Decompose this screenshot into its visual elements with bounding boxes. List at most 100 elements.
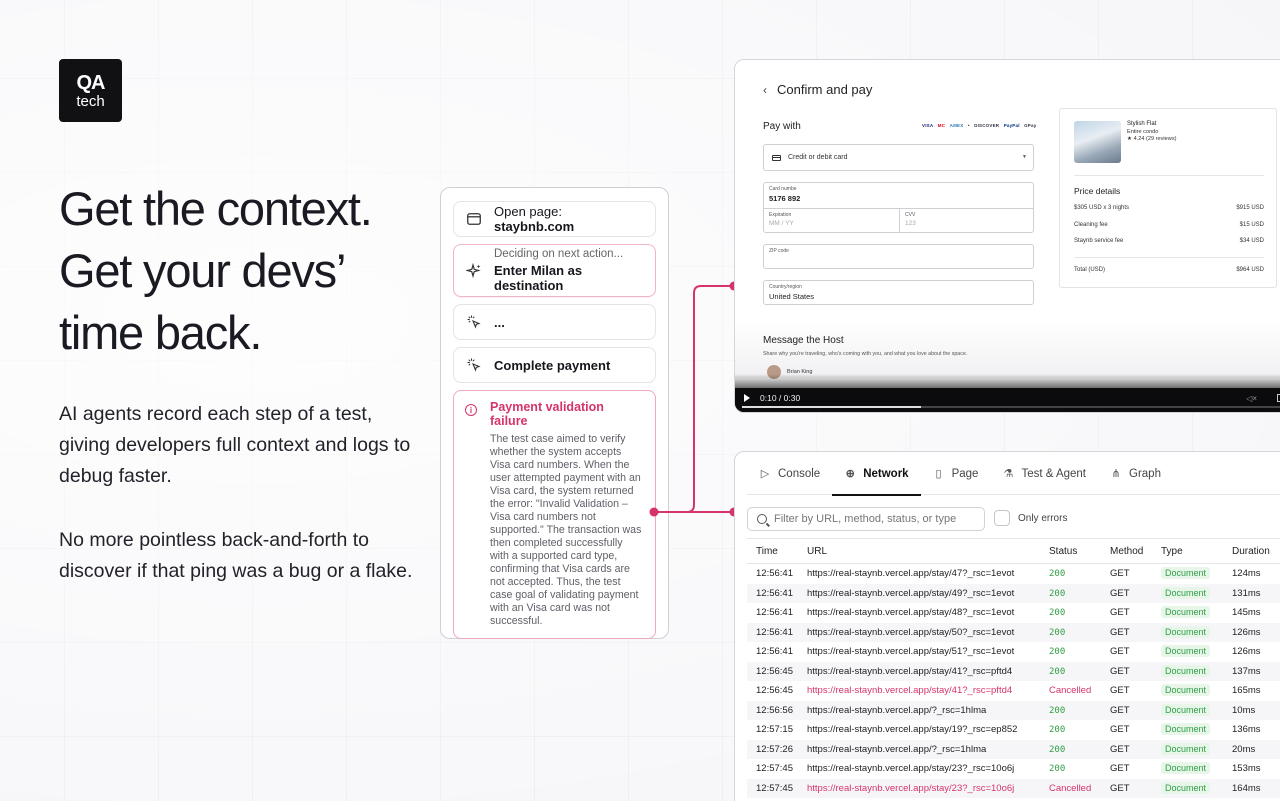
- logo-line2: tech: [76, 92, 105, 110]
- network-filter[interactable]: [747, 507, 985, 531]
- checkout-recording-window: ‹ Confirm and pay Pay with VISA MC AMEX …: [734, 59, 1280, 413]
- request-url: https://real-staynb.vercel.app/?_rsc=1hl…: [807, 744, 1049, 755]
- column-header[interactable]: Status: [1049, 546, 1110, 557]
- back-chevron-icon[interactable]: ‹: [763, 83, 767, 97]
- request-method: GET: [1110, 724, 1161, 735]
- request-type-text: Document: [1161, 664, 1211, 677]
- request-type-text: Document: [1161, 606, 1211, 619]
- request-method: GET: [1110, 627, 1161, 638]
- tab-label: Page: [951, 467, 979, 480]
- table-row[interactable]: 12:57:15 https://real-staynb.vercel.app/s…: [747, 720, 1280, 740]
- column-header[interactable]: Type: [1161, 546, 1232, 557]
- checkout-title: Confirm and pay: [777, 82, 873, 97]
- video-time: 0:10 / 0:30: [760, 393, 801, 403]
- step-complete-text: Complete payment: [494, 357, 611, 373]
- request-duration: 137ms: [1232, 666, 1280, 677]
- request-url: https://real-staynb.vercel.app/stay/49?_…: [807, 588, 1049, 599]
- step-deciding-action: Enter Milan as destination: [494, 263, 583, 293]
- headline-line: Get your devs’: [59, 244, 346, 297]
- devtools-tabs: ▷ Console ⊕ Network ▯ Page ⚗ Test & Agent ⋔ Graph: [747, 452, 1280, 496]
- request-time: 12:56:41: [747, 646, 807, 657]
- request-time: 12:57:45: [747, 783, 807, 794]
- zip-code-field[interactable]: ZIP code: [763, 244, 1034, 269]
- column-header[interactable]: Method: [1110, 546, 1161, 557]
- request-type-text: Document: [1161, 723, 1211, 736]
- column-header[interactable]: Duration: [1232, 546, 1280, 557]
- column-header[interactable]: Time: [747, 546, 807, 557]
- price-total-value: $964 USD: [1236, 267, 1264, 273]
- table-row[interactable]: 12:56:41 https://real-staynb.vercel.app/s…: [747, 622, 1280, 642]
- request-url: https://real-staynb.vercel.app/stay/50?_…: [807, 627, 1049, 638]
- request-time: 12:56:41: [747, 588, 807, 599]
- request-method: GET: [1110, 666, 1161, 677]
- request-duration: 136ms: [1232, 724, 1280, 735]
- request-time-text: 12:57:45: [756, 763, 793, 775]
- request-time: 12:57:45: [747, 763, 807, 774]
- request-duration: 145ms: [1232, 607, 1280, 618]
- only-errors-toggle[interactable]: Only errors: [994, 510, 1067, 526]
- request-status-text: Cancelled: [1049, 782, 1092, 794]
- headline-line: time back.: [59, 306, 262, 359]
- request-time: 12:57:26: [747, 744, 807, 755]
- request-status-text: 200: [1049, 705, 1066, 716]
- content-fade: [735, 322, 1280, 378]
- table-row[interactable]: 12:57:45 https://real-staynb.vercel.app/s…: [747, 759, 1280, 779]
- tab-console[interactable]: ▷ Console: [747, 452, 832, 495]
- step-failure-card[interactable]: i Payment validation failure The test ca…: [453, 390, 656, 639]
- column-header[interactable]: URL: [807, 546, 1049, 557]
- request-duration-text: 10ms: [1232, 704, 1256, 716]
- credit-card-icon: [772, 155, 781, 161]
- country-select[interactable]: Country/region United States: [763, 280, 1034, 305]
- only-errors-checkbox[interactable]: [994, 510, 1010, 526]
- request-status: 200: [1049, 724, 1110, 735]
- request-method-text: GET: [1110, 763, 1130, 775]
- visa-logo: VISA: [922, 123, 934, 128]
- tab-network[interactable]: ⊕ Network: [832, 452, 921, 496]
- tab-label: Network: [863, 467, 909, 480]
- step-open-page[interactable]: Open page: staybnb.com: [453, 201, 656, 237]
- headline: Get the context. Get your devs’ time bac…: [59, 178, 439, 364]
- request-status: Cancelled: [1049, 685, 1110, 696]
- request-method-text: GET: [1110, 724, 1130, 736]
- request-duration: 126ms: [1232, 646, 1280, 657]
- request-method-text: GET: [1110, 626, 1130, 638]
- step-open-target: staybnb.com: [494, 219, 575, 234]
- card-details-field[interactable]: Card numbe 5176 892 Expiration MM / YY C…: [763, 182, 1034, 233]
- table-row[interactable]: 12:56:45 https://real-staynb.vercel.app/s…: [747, 661, 1280, 681]
- tab-page[interactable]: ▯ Page: [921, 452, 991, 495]
- request-type-text: Document: [1161, 684, 1211, 697]
- tab-graph[interactable]: ⋔ Graph: [1098, 452, 1173, 495]
- sparkle-icon: [466, 262, 482, 279]
- video-progress-track[interactable]: [742, 406, 1280, 408]
- play-icon[interactable]: [744, 394, 750, 402]
- table-body: 12:56:41 https://real-staynb.vercel.app/s…: [747, 564, 1280, 798]
- table-row[interactable]: 12:57:45 https://real-staynb.vercel.app/s…: [747, 778, 1280, 798]
- table-row[interactable]: 12:56:41 https://real-staynb.vercel.app/s…: [747, 564, 1280, 584]
- request-type-text: Document: [1161, 742, 1211, 755]
- request-time: 12:56:45: [747, 666, 807, 677]
- table-row[interactable]: 12:56:41 https://real-staynb.vercel.app/s…: [747, 603, 1280, 623]
- tab-test-agent[interactable]: ⚗ Test & Agent: [990, 452, 1098, 495]
- step-deciding[interactable]: Deciding on next action... Enter Milan a…: [453, 244, 656, 297]
- step-click-pending[interactable]: ...: [453, 304, 656, 340]
- request-url: https://real-staynb.vercel.app/stay/48?_…: [807, 607, 1049, 618]
- request-url: https://real-staynb.vercel.app/stay/23?_…: [807, 763, 1049, 774]
- step-open-page-text: Open page: staybnb.com: [494, 204, 643, 234]
- table-row[interactable]: 12:56:41 https://real-staynb.vercel.app/s…: [747, 642, 1280, 662]
- step-complete-payment[interactable]: Complete payment: [453, 347, 656, 383]
- table-row[interactable]: 12:56:56 https://real-staynb.vercel.app/?…: [747, 700, 1280, 720]
- mastercard-logo: MC: [937, 123, 946, 128]
- step-deciding-text: Deciding on next action... Enter Milan a…: [494, 248, 643, 293]
- search-input[interactable]: [774, 513, 974, 525]
- request-type: Document: [1161, 684, 1232, 697]
- request-method: GET: [1110, 646, 1161, 657]
- step-ellipsis-text: ...: [494, 314, 505, 330]
- mute-icon[interactable]: ◁×: [1246, 394, 1257, 403]
- payment-method-select[interactable]: Credit or debit card ▼: [763, 144, 1034, 171]
- request-status-text: 200: [1049, 725, 1066, 736]
- table-row[interactable]: 12:56:41 https://real-staynb.vercel.app/s…: [747, 583, 1280, 603]
- table-row[interactable]: 12:57:26 https://real-staynb.vercel.app/?…: [747, 739, 1280, 759]
- request-method-text: GET: [1110, 646, 1130, 658]
- message-host-subtitle: Share why you're traveling, who's coming…: [763, 351, 968, 357]
- table-row[interactable]: 12:56:45 https://real-staynb.vercel.app/s…: [747, 681, 1280, 701]
